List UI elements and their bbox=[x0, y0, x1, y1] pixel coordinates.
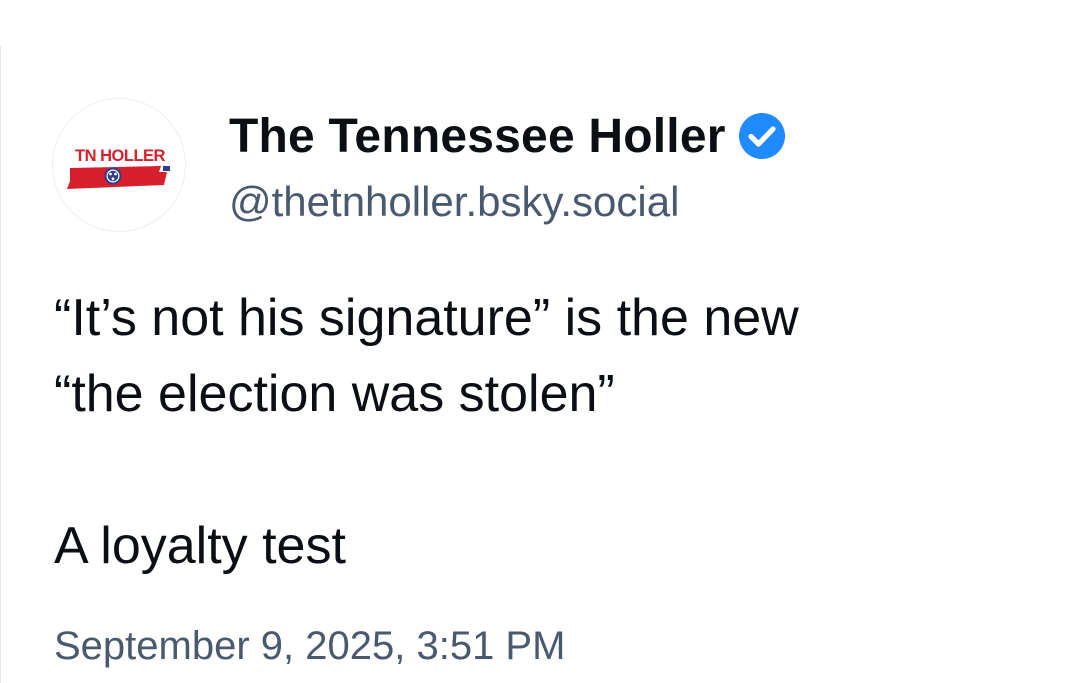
post-text-line: A loyalty test bbox=[54, 517, 346, 575]
avatar[interactable]: TN HOLLER bbox=[52, 98, 186, 232]
tn-holler-logo-icon: TN HOLLER bbox=[67, 147, 170, 189]
author-display-name[interactable]: The Tennessee Holler bbox=[229, 109, 726, 164]
post-timestamp: September 9, 2025, 3:51 PM bbox=[54, 624, 566, 668]
verified-badge-icon bbox=[738, 112, 786, 160]
post-text-line: “the election was stolen” bbox=[54, 365, 615, 423]
post-view: TN HOLLER The Tennessee Holler @thetnhol… bbox=[0, 0, 1080, 683]
top-bar bbox=[0, 0, 1080, 47]
author-handle[interactable]: @thetnholler.bsky.social bbox=[229, 178, 679, 226]
author-name-row[interactable]: The Tennessee Holler bbox=[229, 106, 786, 166]
post-body: “It’s not his signature” is the new “the… bbox=[54, 280, 1054, 584]
svg-text:TN HOLLER: TN HOLLER bbox=[75, 147, 165, 165]
post-text-line: “It’s not his signature” is the new bbox=[54, 289, 799, 347]
